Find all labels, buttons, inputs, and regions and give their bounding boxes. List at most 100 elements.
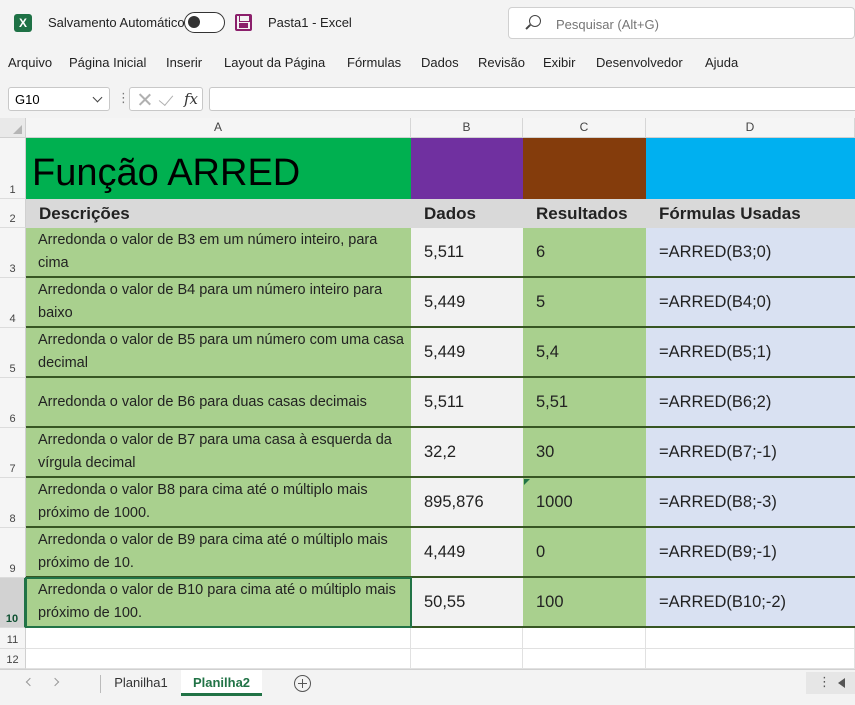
cell-c6[interactable]: 5,51: [523, 378, 646, 428]
tab-planilha1[interactable]: Planilha1: [102, 670, 180, 696]
row-header-4[interactable]: 4: [0, 278, 26, 328]
row-header-1[interactable]: 1: [0, 138, 26, 199]
formula-input[interactable]: [209, 87, 855, 111]
add-sheet-icon[interactable]: [294, 675, 311, 692]
menu-exibir[interactable]: Exibir: [543, 55, 576, 70]
row-header-9[interactable]: 9: [0, 528, 26, 578]
menu-layout-da-pagina[interactable]: Layout da Página: [224, 55, 325, 70]
cell-a10[interactable]: Arredonda o valor de B10 para cima até o…: [26, 578, 411, 628]
cell-a9[interactable]: Arredonda o valor de B9 para cima até o …: [26, 528, 411, 578]
cell-d7[interactable]: =ARRED(B7;-1): [646, 428, 855, 478]
cell-c3[interactable]: 6: [523, 228, 646, 278]
cell-d8[interactable]: =ARRED(B8;-3): [646, 478, 855, 528]
menu-revisao[interactable]: Revisão: [478, 55, 525, 70]
select-all-corner[interactable]: [0, 118, 26, 138]
cell-a7[interactable]: Arredonda o valor de B7 para uma casa à …: [26, 428, 411, 478]
cell-a5[interactable]: Arredonda o valor de B5 para um número c…: [26, 328, 411, 378]
name-box-input[interactable]: [15, 91, 85, 108]
cell-d1[interactable]: [646, 138, 855, 199]
cell-a3[interactable]: Arredonda o valor de B3 em um número int…: [26, 228, 411, 278]
cell-d3[interactable]: =ARRED(B3;0): [646, 228, 855, 278]
cell-b9[interactable]: 4,449: [411, 528, 523, 578]
menu-arquivo[interactable]: Arquivo: [8, 55, 52, 70]
scroll-left-icon[interactable]: [838, 678, 845, 688]
enter-icon[interactable]: [158, 90, 174, 107]
cell-c7[interactable]: 30: [523, 428, 646, 478]
cell-b4[interactable]: 5,449: [411, 278, 523, 328]
autosave-toggle[interactable]: [184, 12, 225, 33]
tab-planilha2[interactable]: Planilha2: [181, 670, 262, 696]
search-input[interactable]: [556, 14, 836, 34]
header-formulas-usadas[interactable]: Fórmulas Usadas: [646, 199, 855, 228]
spreadsheet-grid[interactable]: A B C D 1 2 3 4 5 6 7 8 9 10 11 12 Funçã…: [0, 118, 855, 669]
column-header-d[interactable]: D: [646, 118, 855, 138]
menu-inserir[interactable]: Inserir: [166, 55, 202, 70]
row-header-6[interactable]: 6: [0, 378, 26, 428]
menu-ajuda[interactable]: Ajuda: [705, 55, 738, 70]
row-header-12[interactable]: 12: [0, 649, 26, 669]
cancel-icon[interactable]: [138, 92, 152, 106]
row-header-11[interactable]: 11: [0, 628, 26, 649]
header-resultados[interactable]: Resultados: [523, 199, 646, 228]
cell-d10[interactable]: =ARRED(B10;-2): [646, 578, 855, 628]
cell-b12[interactable]: [411, 649, 523, 669]
cell-b6[interactable]: 5,511: [411, 378, 523, 428]
more-options-icon[interactable]: ⋮: [818, 674, 831, 690]
cell-a6[interactable]: Arredonda o valor de B6 para duas casas …: [26, 378, 411, 428]
cell-d11[interactable]: [646, 628, 855, 649]
row-header-5[interactable]: 5: [0, 328, 26, 378]
cell-a4[interactable]: Arredonda o valor de B4 para um número i…: [26, 278, 411, 328]
cell-b1[interactable]: [411, 138, 523, 199]
menu-pagina-inicial[interactable]: Página Inicial: [69, 55, 146, 70]
autosave-label: Salvamento Automático: [48, 15, 185, 30]
row-header-8[interactable]: 8: [0, 478, 26, 528]
insert-function-icon[interactable]: fx: [184, 90, 198, 108]
cell-b3[interactable]: 5,511: [411, 228, 523, 278]
menu-dados[interactable]: Dados: [421, 55, 459, 70]
cell-d9[interactable]: =ARRED(B9;-1): [646, 528, 855, 578]
menu-desenvolvedor[interactable]: Desenvolvedor: [596, 55, 683, 70]
next-sheet-icon[interactable]: [50, 677, 60, 687]
row-header-2[interactable]: 2: [0, 199, 26, 228]
cell-c12[interactable]: [523, 649, 646, 669]
name-box[interactable]: [8, 87, 110, 111]
header-descricoes[interactable]: Descrições: [26, 199, 411, 228]
cell-c4[interactable]: 5: [523, 278, 646, 328]
cell-b7[interactable]: 32,2: [411, 428, 523, 478]
menu-formulas[interactable]: Fórmulas: [347, 55, 401, 70]
column-header-b[interactable]: B: [411, 118, 523, 138]
cell-a12[interactable]: [26, 649, 411, 669]
cell-a8[interactable]: Arredonda o valor B8 para cima até o múl…: [26, 478, 411, 528]
row-header-3[interactable]: 3: [0, 228, 26, 278]
cell-b10[interactable]: 50,55: [411, 578, 523, 628]
search-box[interactable]: [508, 7, 855, 39]
cell-c10[interactable]: 100: [523, 578, 646, 628]
cell-d5[interactable]: =ARRED(B5;1): [646, 328, 855, 378]
cell-b11[interactable]: [411, 628, 523, 649]
column-header-c[interactable]: C: [523, 118, 646, 138]
cell-b5[interactable]: 5,449: [411, 328, 523, 378]
document-title: Pasta1 - Excel: [268, 15, 352, 30]
cell-d4[interactable]: =ARRED(B4;0): [646, 278, 855, 328]
chevron-down-icon[interactable]: [92, 92, 103, 103]
formula-tools: fx: [129, 87, 203, 111]
cell-d6[interactable]: =ARRED(B6;2): [646, 378, 855, 428]
previous-sheet-icon[interactable]: [25, 677, 35, 687]
sheet-tab-bar: Planilha1 Planilha2 ⋮: [0, 669, 855, 696]
header-dados[interactable]: Dados: [411, 199, 523, 228]
horizontal-scroll-controls[interactable]: ⋮: [806, 672, 855, 694]
cell-a1-title[interactable]: Função ARRED: [26, 138, 411, 199]
cell-c5[interactable]: 5,4: [523, 328, 646, 378]
cell-a11[interactable]: [26, 628, 411, 649]
cell-b8[interactable]: 895,876: [411, 478, 523, 528]
cell-c9[interactable]: 0: [523, 528, 646, 578]
save-icon[interactable]: [235, 14, 252, 31]
cell-c1[interactable]: [523, 138, 646, 199]
cell-c8[interactable]: 1000: [523, 478, 646, 528]
cell-d12[interactable]: [646, 649, 855, 669]
row-header-7[interactable]: 7: [0, 428, 26, 478]
row-header-10[interactable]: 10: [0, 578, 26, 628]
column-header-a[interactable]: A: [26, 118, 411, 138]
error-indicator-icon: [524, 479, 530, 485]
cell-c11[interactable]: [523, 628, 646, 649]
